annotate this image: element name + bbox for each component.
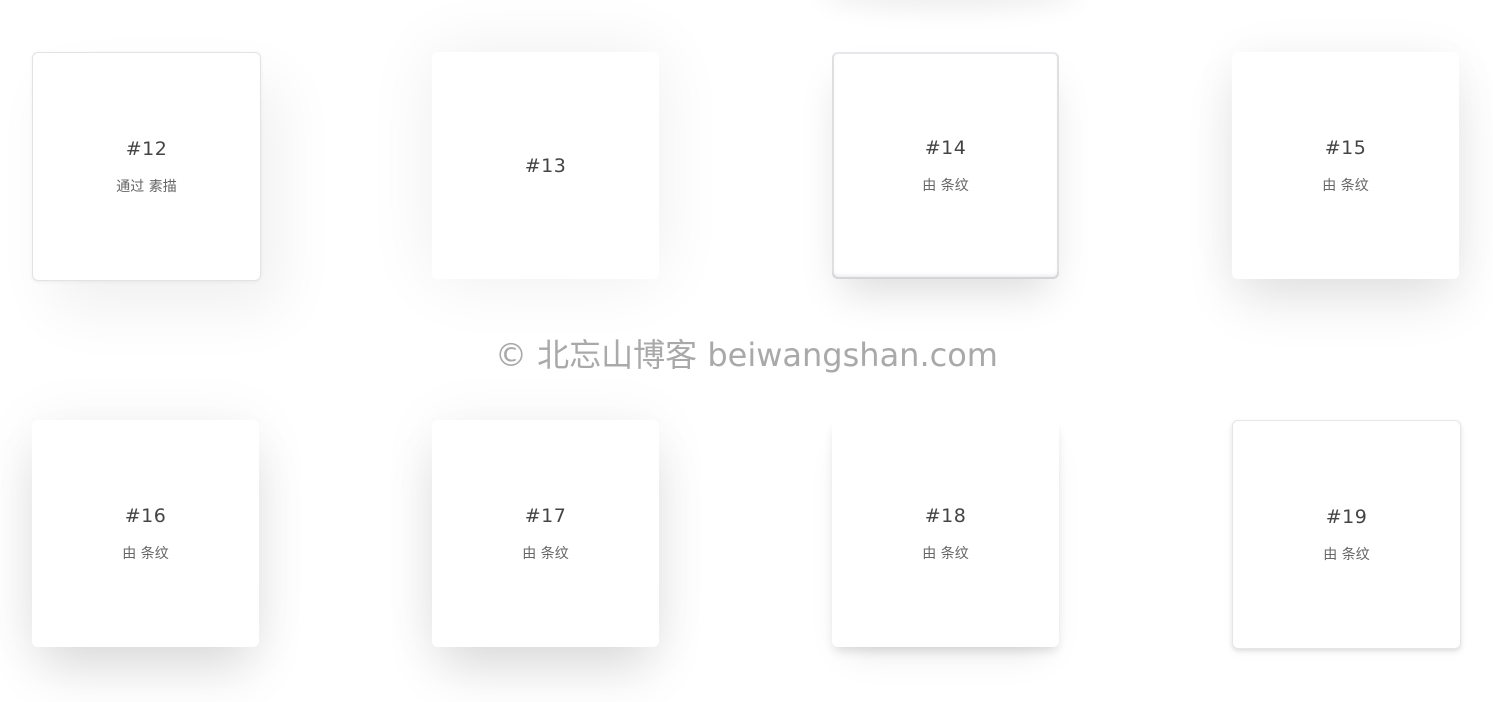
- card-subtitle: 由 条纹: [522, 545, 569, 562]
- card-title: #17: [524, 504, 567, 527]
- card-subtitle: 由 条纹: [922, 545, 969, 562]
- card-title: #16: [124, 504, 167, 527]
- card-subtitle: 通过 素描: [116, 178, 177, 195]
- shadow-card-19: #19 由 条纹: [1232, 420, 1461, 649]
- card-subtitle: 由 条纹: [122, 545, 169, 562]
- card-subtitle: 由 条纹: [922, 177, 969, 194]
- card-title: #18: [924, 504, 967, 527]
- card-title: #13: [524, 154, 567, 177]
- card-title: #14: [924, 136, 967, 159]
- card-title: #15: [1324, 136, 1367, 159]
- shadow-card-12: #12 通过 素描: [32, 52, 261, 281]
- shadow-card-17: #17 由 条纹: [432, 420, 659, 647]
- shadow-card-15: #15 由 条纹: [1232, 52, 1459, 279]
- shadow-card-16: #16 由 条纹: [32, 420, 259, 647]
- watermark-text: © 北忘山博客 beiwangshan.com: [495, 336, 998, 374]
- card-title: #19: [1325, 505, 1368, 528]
- card-title: #12: [125, 137, 168, 160]
- card-subtitle: 由 条纹: [1323, 546, 1370, 563]
- shadow-card-14: #14 由 条纹: [832, 52, 1059, 279]
- shadow-card-18: #18 由 条纹: [832, 420, 1059, 647]
- card-subtitle: 由 条纹: [1322, 177, 1369, 194]
- shadow-card-13: #13: [432, 52, 659, 279]
